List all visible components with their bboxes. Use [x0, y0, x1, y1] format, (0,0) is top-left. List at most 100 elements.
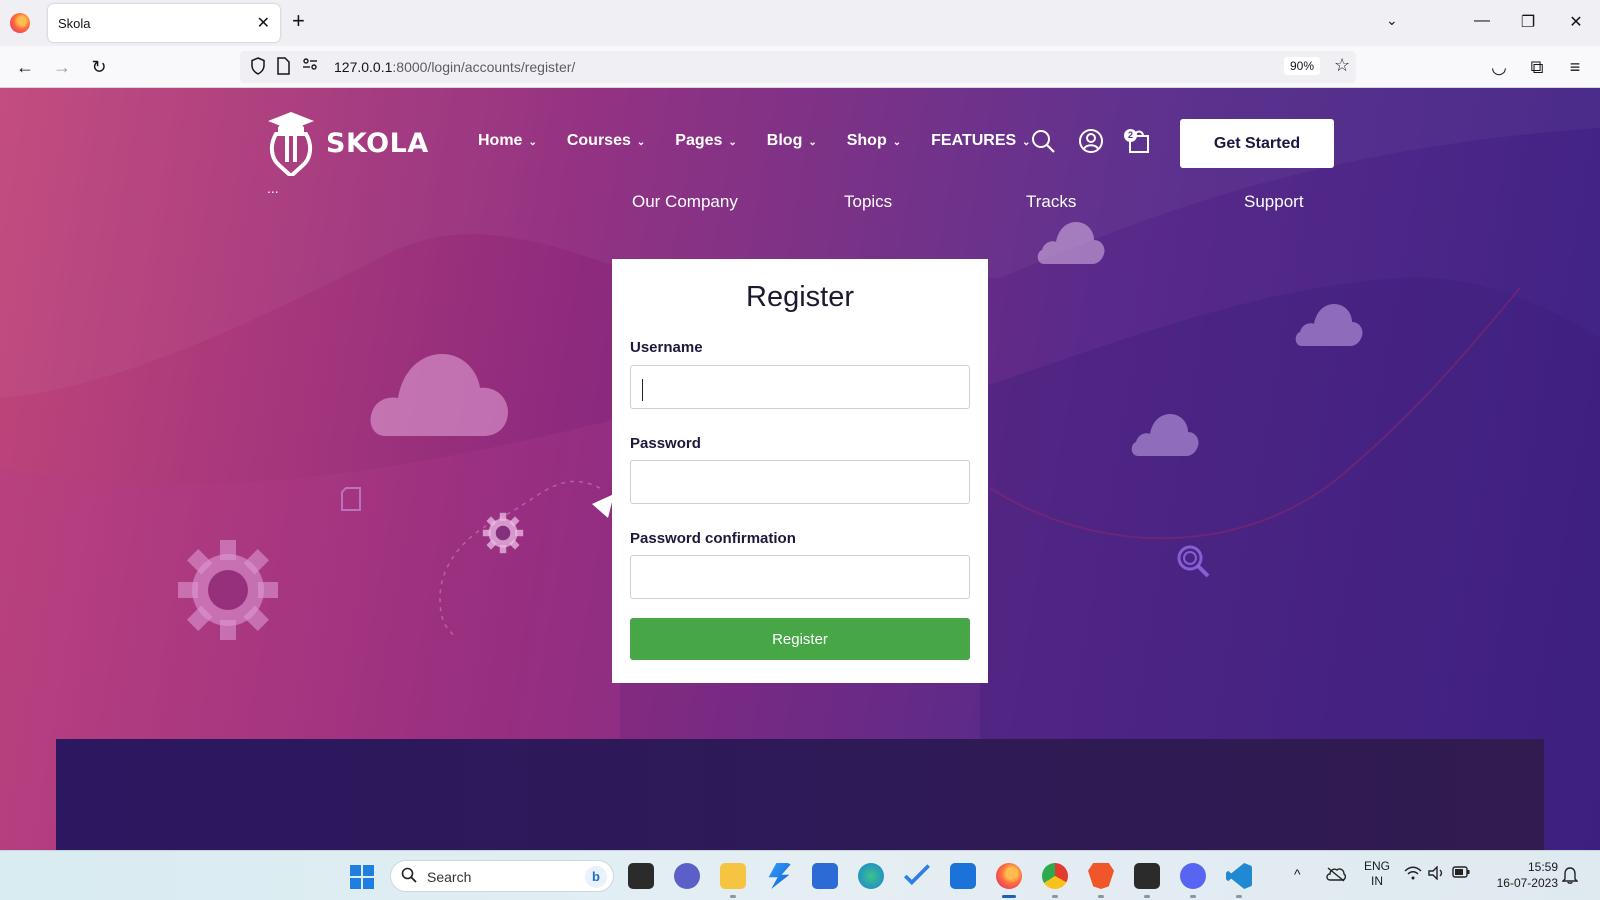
onedrive-icon[interactable] [1326, 866, 1346, 882]
minimize-button[interactable]: — [1472, 12, 1492, 30]
cloud-icon [1295, 304, 1363, 346]
taskbar-search-placeholder: Search [427, 869, 472, 885]
battery-icon[interactable] [1452, 866, 1470, 878]
permissions-icon[interactable] [302, 57, 318, 74]
pocket-icon[interactable]: ◡ [1488, 56, 1510, 78]
forward-button[interactable]: → [51, 56, 73, 78]
search-icon[interactable] [1030, 128, 1056, 154]
new-tab-button[interactable]: + [292, 10, 305, 32]
active-indicator [1002, 895, 1016, 898]
chevron-down-icon: ⌄ [892, 137, 902, 148]
password-input[interactable] [630, 460, 970, 504]
reload-button[interactable]: ↻ [88, 56, 110, 78]
form-title: Register [746, 281, 854, 313]
cloud-icon [1131, 414, 1199, 456]
get-started-button[interactable]: Get Started [1180, 119, 1334, 168]
wifi-icon[interactable] [1404, 866, 1422, 880]
footer-dots: ... [267, 180, 279, 196]
text-caret [642, 379, 643, 401]
main-menu: Home ⌄ Courses ⌄ Pages ⌄ Blog ⌄ Shop ⌄ FEATUR… [478, 132, 1061, 150]
register-button[interactable]: Register [630, 618, 970, 660]
chrome-icon[interactable] [1042, 863, 1068, 889]
menu-item-courses[interactable]: Courses ⌄ [567, 132, 645, 150]
running-indicator [730, 895, 736, 898]
register-card: Register Username Password Password conf… [612, 259, 988, 683]
brave-icon[interactable] [1088, 863, 1114, 889]
menu-item-features[interactable]: FEATURES ⌄ [931, 132, 1030, 150]
teams-chat-icon[interactable] [674, 863, 700, 889]
menu-item-home[interactable]: Home ⌄ [478, 132, 537, 150]
task-view-icon[interactable] [628, 863, 654, 889]
restore-button[interactable]: ❐ [1518, 12, 1538, 32]
chevron-down-icon: ⌄ [636, 137, 646, 148]
running-indicator [1144, 895, 1150, 898]
remote-desktop-icon[interactable] [950, 863, 976, 889]
shield-icon[interactable] [250, 57, 266, 78]
taskbar: Search b ^ ENG IN 15:59 16-07-2023 [0, 850, 1600, 900]
tab-list-button[interactable]: ⌄ [1386, 12, 1398, 29]
menu-item-blog[interactable]: Blog ⌄ [767, 132, 817, 150]
back-button[interactable]: ← [14, 56, 36, 78]
cloud-icon [370, 354, 508, 436]
username-label: Username [630, 339, 703, 356]
terminal-icon[interactable] [1134, 863, 1160, 889]
cloud-icon [1037, 222, 1105, 264]
volume-icon[interactable] [1428, 866, 1446, 880]
power-automate-icon[interactable] [768, 863, 792, 889]
extensions-icon[interactable]: ⧉ [1526, 56, 1548, 78]
microsoft-store-icon[interactable] [812, 863, 838, 889]
running-indicator [1190, 895, 1196, 898]
address-bar[interactable]: 127.0.0.1:8000/login/accounts/register/ … [240, 51, 1356, 83]
footer-heading-support: Support [1244, 192, 1304, 211]
password-confirmation-input[interactable] [630, 555, 970, 599]
chevron-down-icon: ⌄ [528, 137, 537, 148]
password-confirmation-label: Password confirmation [630, 530, 796, 547]
paper-plane-icon [592, 494, 614, 518]
footer-heading-our-company: Our Company [632, 192, 738, 211]
menu-item-pages[interactable]: Pages ⌄ [675, 132, 737, 150]
footer-heading-tracks: Tracks [1026, 192, 1077, 211]
page-icon[interactable] [276, 57, 290, 78]
graduation-cap-pencil-icon [268, 112, 314, 176]
show-hidden-icons-button[interactable]: ^ [1294, 866, 1301, 882]
notification-bell-icon[interactable] [1562, 866, 1578, 884]
running-indicator [1052, 895, 1058, 898]
browser-navbar: ← → ↻ 127.0.0.1:8000/login/accounts/regi… [0, 46, 1600, 88]
taskbar-search[interactable]: Search b [390, 860, 614, 892]
running-indicator [1098, 895, 1104, 898]
menu-item-shop[interactable]: Shop ⌄ [847, 132, 901, 150]
cart-count-badge: 2 [1124, 129, 1137, 142]
discord-icon[interactable] [1180, 863, 1206, 889]
bookmark-star-icon[interactable]: ☆ [1334, 55, 1350, 76]
close-window-button[interactable]: ✕ [1566, 12, 1586, 32]
firefox-taskbar-icon[interactable] [996, 863, 1022, 889]
zoom-level-button[interactable]: 90% [1284, 57, 1321, 75]
file-explorer-icon[interactable] [720, 863, 746, 889]
chevron-down-icon: ⌄ [808, 137, 817, 148]
todo-icon[interactable] [904, 864, 930, 886]
windows-start-icon[interactable] [350, 865, 374, 889]
gear-icon [482, 512, 524, 554]
edge-icon[interactable] [858, 863, 884, 889]
footer-heading-topics: Topics [844, 192, 893, 211]
search-icon [401, 867, 417, 887]
app-menu-icon[interactable]: ≡ [1564, 56, 1586, 78]
footer [56, 739, 1544, 850]
username-input[interactable] [630, 365, 970, 409]
bing-icon[interactable]: b [585, 866, 607, 888]
clock[interactable]: 15:59 16-07-2023 [1488, 859, 1558, 891]
language-indicator[interactable]: ENG IN [1364, 859, 1390, 889]
page-hero: SKOLA Home ⌄ Courses ⌄ Pages ⌄ Blog ⌄ Shop ⌄ … [0, 88, 1600, 850]
password-label: Password [630, 435, 701, 452]
gear-icon [178, 540, 278, 640]
brand-name: SKOLA [326, 127, 429, 159]
user-account-icon[interactable] [1078, 128, 1104, 154]
site-logo[interactable]: SKOLA [266, 110, 429, 176]
document-icon [341, 487, 361, 511]
firefox-logo-icon [10, 13, 30, 33]
tab-close-icon[interactable]: ✕ [257, 13, 270, 33]
browser-tab-skola[interactable]: Skola ✕ [48, 4, 280, 42]
running-indicator [1236, 895, 1242, 898]
url-text[interactable]: 127.0.0.1:8000/login/accounts/register/ [334, 59, 575, 75]
vscode-icon[interactable] [1226, 863, 1252, 889]
